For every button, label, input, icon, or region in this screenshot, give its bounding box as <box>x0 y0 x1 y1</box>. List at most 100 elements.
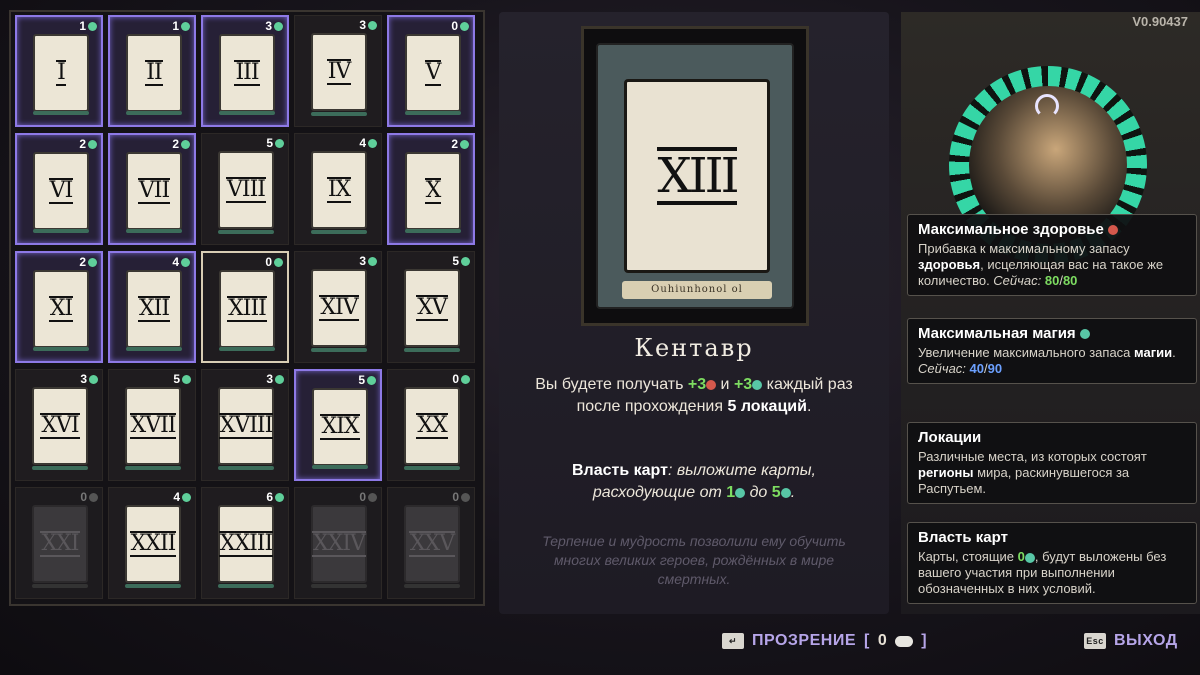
card-cost-value: 2 <box>79 137 86 151</box>
card-cost: 4 <box>359 136 377 150</box>
card-cost-value: 5 <box>452 254 459 268</box>
arcana-card-slot[interactable]: XVIII 3 <box>201 369 289 481</box>
esc-key-icon: Esc <box>1084 633 1106 649</box>
card-decoration <box>404 466 460 470</box>
flavor-text: Терпение и мудрость позволили ему обучит… <box>542 533 846 587</box>
card-face: XXV <box>404 505 460 583</box>
card-decoration <box>126 347 182 351</box>
tooltip-keyword: магии <box>1134 345 1173 360</box>
tooltip-title-text: Максимальная магия <box>918 325 1076 342</box>
arcana-card-slot[interactable]: I1 <box>15 15 103 127</box>
arcana-card-slot[interactable]: XIII 0 <box>201 251 289 363</box>
card-cost-value: 2 <box>172 137 179 151</box>
card-cost: 5 <box>173 372 191 386</box>
selected-card-face: XIII <box>624 79 770 273</box>
arcana-card: XVIII <box>214 383 278 469</box>
grasp-icon <box>461 374 470 384</box>
grasp-icon <box>275 374 284 384</box>
magic-gain[interactable]: +3 <box>734 376 752 393</box>
health-gain[interactable]: +3 <box>688 376 706 393</box>
arcana-card-slot[interactable]: V0 <box>387 15 475 127</box>
grasp-icon <box>88 257 97 267</box>
arcana-card-slot[interactable]: VII 2 <box>108 133 196 245</box>
card-cost: 0 <box>359 490 377 504</box>
card-face: XI <box>33 270 89 348</box>
arcana-card-slot[interactable]: XXII 4 <box>108 487 196 599</box>
arcana-card-slot[interactable]: IV 3 <box>294 15 382 127</box>
arcana-card-slot[interactable]: XXI 0 <box>15 487 103 599</box>
exit-button[interactable]: Esc ВЫХОД <box>1084 632 1178 650</box>
card-face: II <box>126 34 182 112</box>
card-decoration <box>218 584 274 588</box>
arcana-card-slot[interactable]: XXIII 6 <box>201 487 289 599</box>
arcana-card: XXIV <box>307 501 371 587</box>
tooltip-title: Максимальное здоровье <box>918 221 1188 238</box>
grasp-icon <box>274 21 283 31</box>
card-cost: 0 <box>452 372 470 386</box>
grasp-icon <box>460 139 469 149</box>
grasp-icon <box>182 374 191 384</box>
arcana-card-slot[interactable]: XII 4 <box>108 251 196 363</box>
arcana-card-slot[interactable]: XVI 3 <box>15 369 103 481</box>
card-decoration <box>405 111 461 115</box>
arcana-card-slot[interactable]: X2 <box>387 133 475 245</box>
arcana-card: VII <box>122 148 186 234</box>
card-cost: 3 <box>266 372 284 386</box>
arcana-card-slot[interactable]: VIII 5 <box>201 133 289 245</box>
arcana-card-slot[interactable]: IX 4 <box>294 133 382 245</box>
insight-button[interactable]: ↵ ПРОЗРЕНИЕ [0] <box>722 632 927 650</box>
arcana-card-slot[interactable]: III 3 <box>201 15 289 127</box>
arcana-card: VIII <box>214 147 278 233</box>
card-cost-value: 0 <box>452 372 459 386</box>
grasp-icon <box>181 21 190 31</box>
arcana-card-slot[interactable]: XIX 5 <box>294 369 382 481</box>
card-cost: 5 <box>266 136 284 150</box>
card-cost: 5 <box>358 373 376 387</box>
arcana-card-slot[interactable]: XV 5 <box>387 251 475 363</box>
card-numeral: XV <box>416 295 448 321</box>
arcana-card: XX <box>400 383 464 469</box>
arcana-card: XXV <box>400 501 464 587</box>
arcana-card: XV <box>400 265 464 351</box>
card-cost: 4 <box>173 490 191 504</box>
grasp-icon <box>461 256 470 266</box>
tooltip-title: Максимальная магия <box>918 325 1188 342</box>
grasp-icon <box>368 492 377 502</box>
arcana-card: IX <box>307 147 371 233</box>
card-cost-value: 1 <box>172 19 179 33</box>
card-numeral: XXIII <box>218 531 273 557</box>
card-cost-value: 3 <box>359 18 366 32</box>
arcana-card-slot[interactable]: XI 2 <box>15 251 103 363</box>
arcana-card-slot[interactable]: XXIV 0 <box>294 487 382 599</box>
card-numeral: XX <box>416 413 448 439</box>
card-face: IV <box>311 33 367 111</box>
power-keyword[interactable]: Власть карт <box>572 462 668 479</box>
grasp-icon <box>89 374 98 384</box>
arcana-card: XI <box>29 266 93 352</box>
card-name: Кентавр <box>634 334 754 362</box>
card-face: IX <box>311 151 367 229</box>
tooltip-text: Прибавка к максимальному запасу <box>918 241 1130 256</box>
card-numeral: XIII <box>227 296 267 322</box>
arcana-card-slot[interactable]: II 1 <box>108 15 196 127</box>
locations-keyword[interactable]: 5 локаций <box>727 398 806 415</box>
card-cost-value: 6 <box>266 490 273 504</box>
magic-max: 90 <box>987 361 1003 376</box>
tooltip-body: Прибавка к максимальному запасу здоровья… <box>918 241 1188 289</box>
arcana-card-slot[interactable]: XXV 0 <box>387 487 475 599</box>
card-face: XII <box>126 270 182 348</box>
grasp-icon <box>780 487 791 498</box>
card-decoration <box>125 466 181 470</box>
card-numeral: V <box>424 60 442 86</box>
card-cost: 5 <box>452 254 470 268</box>
arcana-card-slot[interactable]: XIV 3 <box>294 251 382 363</box>
arcana-card-slot[interactable]: XVII 5 <box>108 369 196 481</box>
card-decoration <box>33 347 89 351</box>
card-cost-value: 5 <box>266 136 273 150</box>
arcana-card-slot[interactable]: XX 0 <box>387 369 475 481</box>
arcana-card-slot[interactable]: VI 2 <box>15 133 103 245</box>
insight-bracket: ] <box>921 632 928 649</box>
card-cost-value: 3 <box>80 372 87 386</box>
selected-card-art: XIII Ouhiunhonol ol <box>581 26 809 326</box>
health-max: 80 <box>1062 273 1078 288</box>
